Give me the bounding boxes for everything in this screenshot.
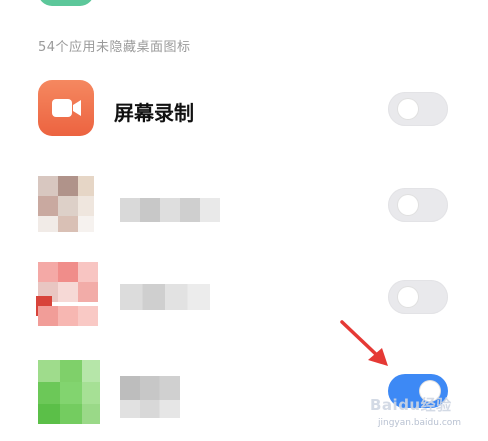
toggle-knob bbox=[398, 99, 418, 119]
blurred-app-icon bbox=[38, 176, 94, 232]
hide-icon-toggle[interactable] bbox=[388, 280, 448, 314]
blurred-app-name bbox=[120, 400, 180, 418]
blurred-app-name bbox=[120, 284, 210, 310]
toggle-knob bbox=[398, 287, 418, 307]
blurred-app-name bbox=[120, 376, 180, 400]
app-name: 屏幕录制 bbox=[114, 101, 194, 125]
screen-recorder-app-icon bbox=[38, 80, 94, 136]
app-row bbox=[0, 166, 488, 246]
app-row bbox=[0, 262, 488, 342]
hide-icon-toggle[interactable] bbox=[388, 92, 448, 126]
previous-app-icon bbox=[38, 0, 94, 6]
baidu-watermark-url: jingyan.baidu.com bbox=[378, 418, 462, 428]
hide-icon-toggle[interactable] bbox=[388, 188, 448, 222]
blurred-app-name bbox=[120, 198, 220, 222]
video-camera-icon bbox=[52, 99, 81, 117]
blurred-app-icon bbox=[36, 262, 98, 326]
baidu-watermark-logo: Baidu经验 bbox=[370, 396, 452, 414]
section-header: 54个应用未隐藏桌面图标 bbox=[38, 40, 191, 55]
blurred-app-icon bbox=[38, 360, 100, 424]
annotation-arrow-icon bbox=[340, 320, 388, 366]
toggle-knob bbox=[398, 195, 418, 215]
app-row-screen-recorder: 屏幕录制 bbox=[0, 70, 488, 150]
